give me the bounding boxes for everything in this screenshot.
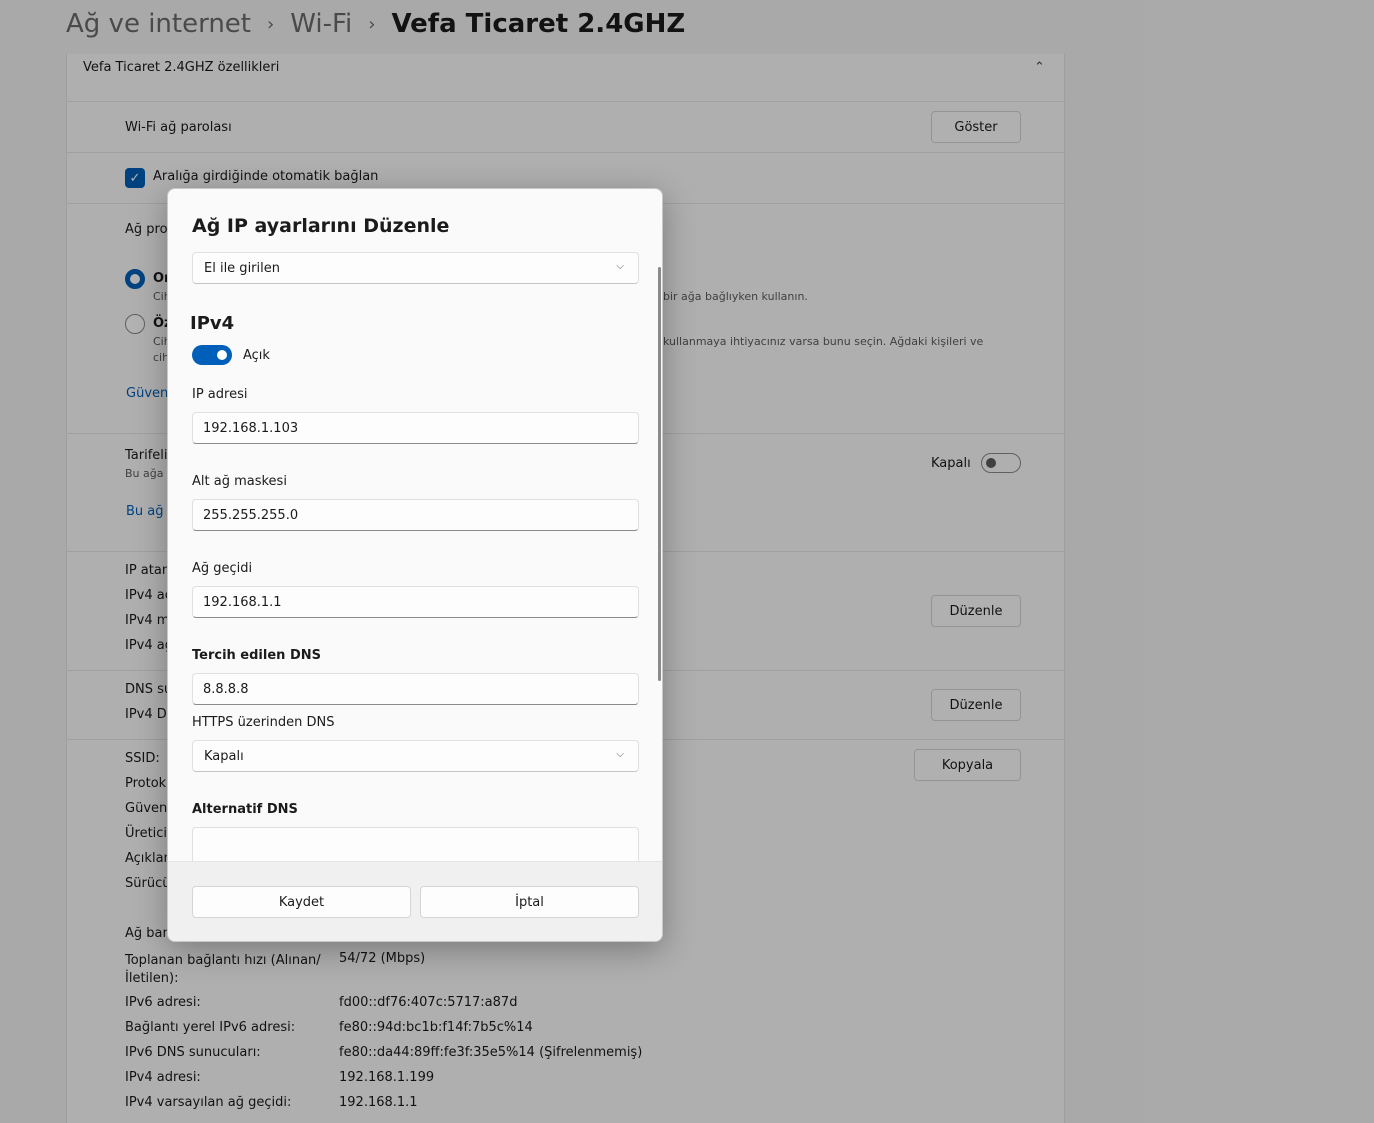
alternate-dns-input[interactable]	[192, 827, 639, 861]
ipv4-toggle-label: Açık	[243, 348, 270, 363]
ip-address-input[interactable]: 192.168.1.103	[192, 412, 639, 444]
preferred-dns-input[interactable]: 8.8.8.8	[192, 673, 639, 705]
https-dns-value: Kapalı	[204, 748, 244, 764]
ip-address-value: 192.168.1.103	[203, 420, 299, 436]
ip-address-label: IP adresi	[192, 387, 248, 402]
chevron-down-icon: ⌵	[616, 261, 624, 272]
dialog-title: Ağ IP ayarlarını Düzenle	[192, 215, 450, 237]
cancel-button[interactable]: İptal	[420, 886, 639, 918]
preferred-dns-label: Tercih edilen DNS	[192, 648, 321, 663]
ip-mode-select[interactable]: El ile girilen ⌵	[192, 252, 639, 284]
edit-ip-dialog: Ağ IP ayarlarını Düzenle El ile girilen …	[167, 188, 663, 942]
dialog-footer: Kaydet İptal	[168, 861, 662, 941]
dialog-scrollbar[interactable]	[658, 267, 661, 681]
alternate-dns-label: Alternatif DNS	[192, 802, 298, 817]
save-button[interactable]: Kaydet	[192, 886, 411, 918]
https-dns-select[interactable]: Kapalı ⌵	[192, 740, 639, 772]
gateway-input[interactable]: 192.168.1.1	[192, 586, 639, 618]
https-dns-label: HTTPS üzerinden DNS	[192, 715, 335, 730]
subnet-label: Alt ağ maskesi	[192, 474, 287, 489]
gateway-value: 192.168.1.1	[203, 594, 282, 610]
ip-mode-value: El ile girilen	[204, 260, 280, 276]
subnet-input[interactable]: 255.255.255.0	[192, 499, 639, 531]
subnet-value: 255.255.255.0	[203, 507, 299, 523]
chevron-down-icon: ⌵	[616, 749, 624, 760]
ipv4-toggle[interactable]	[192, 345, 232, 365]
gateway-label: Ağ geçidi	[192, 561, 253, 576]
ipv4-heading: IPv4	[190, 313, 235, 334]
preferred-dns-value: 8.8.8.8	[203, 681, 249, 697]
